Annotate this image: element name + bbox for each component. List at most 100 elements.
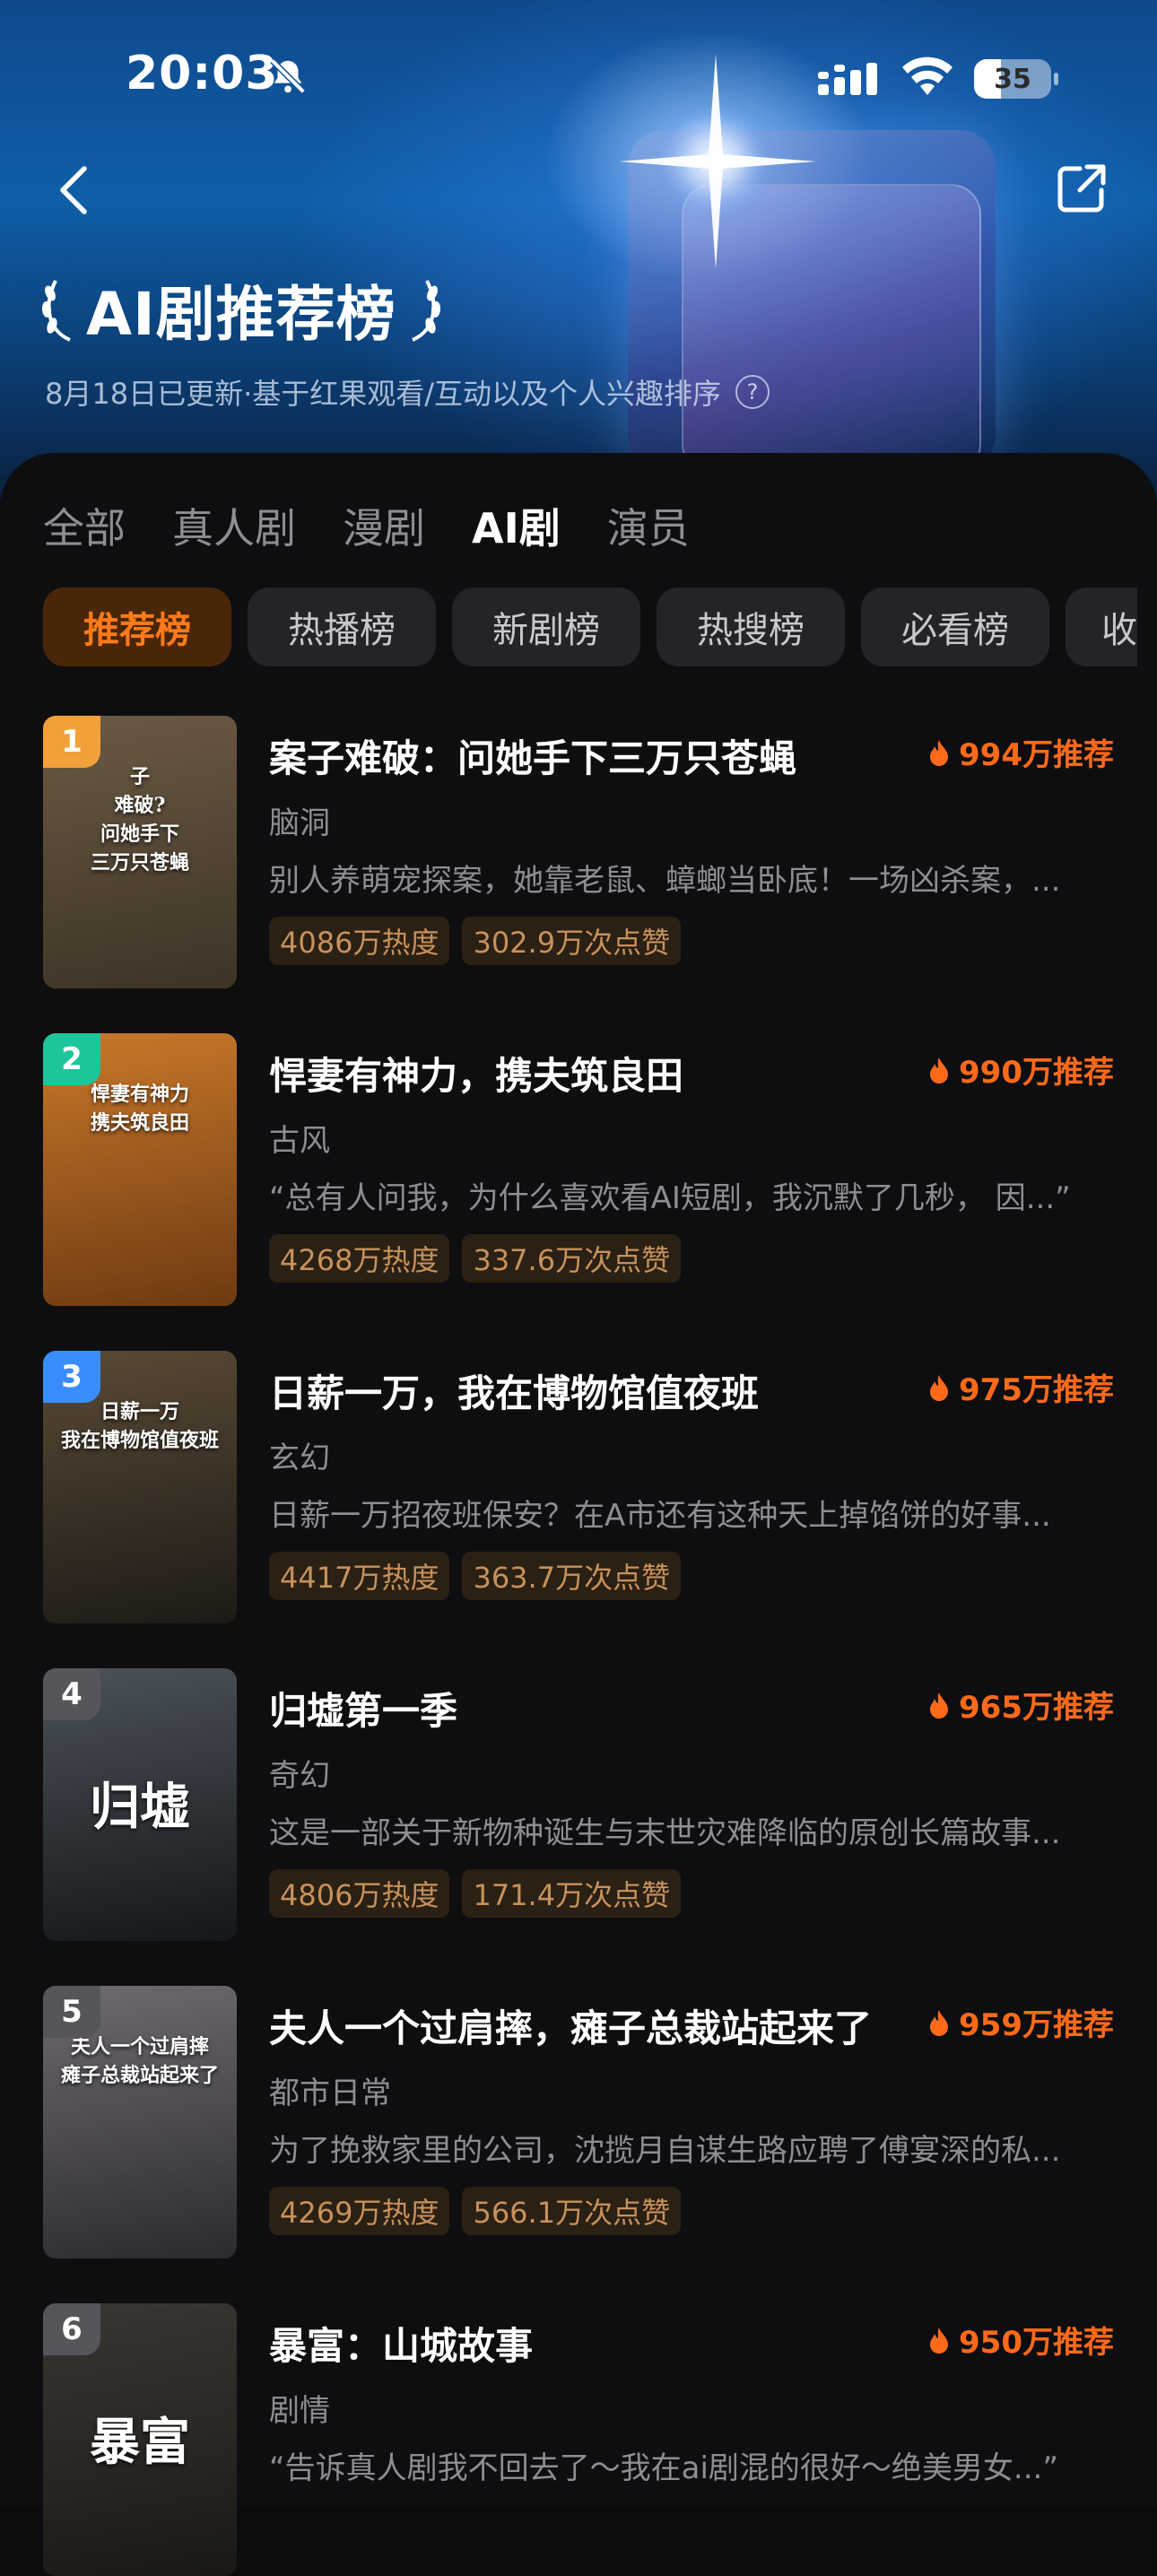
rank-type-tabs: 推荐榜 热播榜 新剧榜 热搜榜 必看榜 收: [43, 587, 1153, 666]
chip-more[interactable]: 收: [1066, 587, 1137, 666]
poster-image[interactable]: 暴富 6: [43, 2303, 237, 2576]
stat-tag: 337.6万次点赞: [462, 1234, 682, 1283]
poster-image[interactable]: 归墟 4: [43, 1668, 237, 1941]
poster-text: 暴富: [90, 2413, 190, 2472]
cellular-signal-icon: [818, 63, 877, 95]
poster-text: 三万只苍蝇: [90, 851, 189, 875]
recommend-count: 975万推荐: [928, 1365, 1114, 1409]
rank-badge: 2: [43, 1033, 100, 1085]
drama-description: “告诉真人剧我不回去了～我在ai剧混的很好～绝美男女...”: [269, 2450, 1058, 2486]
update-subtitle: 8月18日已更新·基于红果观看/互动以及个人兴趣排序 ?: [45, 371, 770, 413]
chip-must-watch[interactable]: 必看榜: [861, 587, 1049, 666]
rank-badge: 1: [43, 716, 100, 768]
drama-title[interactable]: 日薪一万，我在博物馆值夜班: [269, 1363, 759, 1418]
recommend-count: 994万推荐: [928, 730, 1114, 774]
chevron-left-icon[interactable]: [52, 163, 97, 217]
genre-label: 都市日常: [269, 2076, 391, 2111]
recommend-text: 975万推荐: [959, 1372, 1114, 1408]
list-item[interactable]: 归墟 4 归墟第一季 965万推荐奇幻这是一部关于新物种诞生与末世灾难降临的原创长篇故…: [0, 1661, 1157, 1941]
fire-icon: [930, 739, 949, 766]
wifi-icon: [902, 57, 953, 95]
stat-tags: 4806万热度 171.4万次点赞: [269, 1869, 693, 1918]
genre-label: 奇幻: [269, 1758, 330, 1794]
laurel-left-icon: [41, 280, 71, 342]
drama-title[interactable]: 夫人一个过肩摔，瘫子总裁站起来了: [269, 1998, 872, 2053]
poster-text: 归墟: [90, 1778, 190, 1837]
stat-tags: 4086万热度 302.9万次点赞: [269, 917, 693, 965]
bell-slash-icon: [270, 58, 306, 94]
subtitle-text: 8月18日已更新·基于红果观看/互动以及个人兴趣排序: [45, 377, 722, 411]
poster-text: 携夫筑良田: [90, 1111, 189, 1135]
recommend-count: 959万推荐: [928, 2000, 1114, 2044]
drama-description: 别人养萌宠探案，她靠老鼠、蟑螂当卧底！一场凶杀案，...: [269, 863, 1061, 899]
drama-description: 为了挽救家里的公司，沈揽月自谋生路应聘了傅宴深的私...: [269, 2133, 1061, 2169]
tab-live-action[interactable]: 真人剧: [172, 496, 296, 555]
stat-tags: 4268万热度 337.6万次点赞: [269, 1234, 693, 1283]
recommend-text: 950万推荐: [959, 2325, 1114, 2361]
glow-box-art-inner: [682, 184, 981, 474]
recommend-text: 994万推荐: [959, 737, 1114, 773]
stat-tag: 171.4万次点赞: [462, 1869, 682, 1918]
stat-tag: 4269万热度: [269, 2187, 450, 2235]
poster-image[interactable]: 悍妻有神力 携夫筑良田 2: [43, 1033, 237, 1306]
chip-new[interactable]: 新剧榜: [452, 587, 640, 666]
laurel-right-icon: [411, 280, 440, 342]
fire-icon: [930, 1692, 949, 1719]
poster-image[interactable]: 子难破? 问她手下 三万只苍蝇 1: [43, 716, 237, 988]
tab-comic[interactable]: 漫剧: [343, 496, 425, 555]
chip-hot-search[interactable]: 热搜榜: [657, 587, 845, 666]
page-title-row: AI剧推荐榜: [39, 269, 443, 350]
share-icon[interactable]: [1055, 161, 1109, 215]
poster-text: 我在博物馆值夜班: [60, 1429, 219, 1452]
list-item[interactable]: 暴富 6 暴富：山城故事 950万推荐 剧情 “告诉真人剧我不回去了～我在ai剧混的很好～…: [0, 2296, 1157, 2576]
drama-description: 这是一部关于新物种诞生与末世灾难降临的原创长篇故事...: [269, 1815, 1061, 1851]
fire-icon: [930, 2327, 949, 2354]
fire-icon: [930, 1374, 949, 1401]
list-item[interactable]: 悍妻有神力 携夫筑良田 2 悍妻有神力，携夫筑良田 990万推荐 古风 “总有人问我，为什么…: [0, 1026, 1157, 1306]
info-icon[interactable]: ?: [735, 375, 770, 409]
poster-text: 难破?: [114, 794, 166, 817]
list-item[interactable]: 子难破? 问她手下 三万只苍蝇 1 案子难破：问她手下三万只苍蝇 994万推荐 脑洞 别人养萌…: [0, 709, 1157, 988]
poster-image[interactable]: 夫人一个过肩摔 瘫子总裁站起来了 5: [43, 1986, 237, 2258]
chip-recommend[interactable]: 推荐榜: [43, 587, 231, 666]
poster-text: 瘫子总裁站起来了: [60, 2064, 219, 2087]
page-title: AI剧推荐榜: [86, 280, 396, 349]
drama-title[interactable]: 暴富：山城故事: [269, 2316, 533, 2371]
drama-title[interactable]: 案子难破：问她手下三万只苍蝇: [269, 728, 796, 783]
chip-hot-play[interactable]: 热播榜: [248, 587, 436, 666]
stat-tag: 363.7万次点赞: [462, 1552, 682, 1600]
rank-badge: 5: [43, 1986, 100, 2038]
stat-tags: 4417万热度 363.7万次点赞: [269, 1552, 693, 1600]
rank-badge: 4: [43, 1668, 100, 1720]
recommend-count: 965万推荐: [928, 1683, 1114, 1727]
fire-icon: [930, 2009, 949, 2036]
drama-title[interactable]: 归墟第一季: [269, 1681, 457, 1736]
recommend-count: 990万推荐: [928, 1048, 1114, 1092]
poster-image[interactable]: 日薪一万 我在博物馆值夜班 3: [43, 1351, 237, 1623]
stat-tags: 4269万热度 566.1万次点赞: [269, 2187, 693, 2235]
tab-ai-drama[interactable]: AI剧: [472, 496, 561, 555]
battery-level: 35: [994, 64, 1031, 95]
recommend-text: 965万推荐: [959, 1690, 1114, 1726]
stat-tag: 4268万热度: [269, 1234, 450, 1283]
drama-title[interactable]: 悍妻有神力，携夫筑良田: [269, 1046, 683, 1101]
tab-all[interactable]: 全部: [43, 496, 126, 555]
genre-label: 脑洞: [269, 805, 330, 841]
recommend-text: 990万推荐: [959, 1055, 1114, 1091]
list-item[interactable]: 夫人一个过肩摔 瘫子总裁站起来了 5 夫人一个过肩摔，瘫子总裁站起来了 959万推荐 都市…: [0, 1979, 1157, 2258]
genre-label: 玄幻: [269, 1440, 330, 1476]
poster-text: 问她手下: [100, 822, 179, 846]
ranking-panel: 全部 真人剧 漫剧 AI剧 演员 推荐榜 热播榜 新剧榜 热搜榜 必看榜 收 子…: [0, 453, 1157, 2576]
stat-tag: 4417万热度: [269, 1552, 450, 1600]
battery-nub: [1054, 73, 1058, 85]
rank-badge: 3: [43, 1351, 100, 1403]
list-item[interactable]: 日薪一万 我在博物馆值夜班 3 日薪一万，我在博物馆值夜班 975万推荐 玄幻 日薪一万招夜…: [0, 1344, 1157, 1623]
recommend-text: 959万推荐: [959, 2007, 1114, 2043]
genre-label: 古风: [269, 1123, 330, 1159]
status-time: 20:03: [126, 47, 279, 100]
recommend-count: 950万推荐: [928, 2318, 1114, 2362]
stat-tag: 4086万热度: [269, 917, 450, 965]
rank-badge: 6: [43, 2303, 100, 2355]
status-bar: 20:03 35: [0, 0, 1157, 152]
tab-actors[interactable]: 演员: [607, 496, 690, 555]
